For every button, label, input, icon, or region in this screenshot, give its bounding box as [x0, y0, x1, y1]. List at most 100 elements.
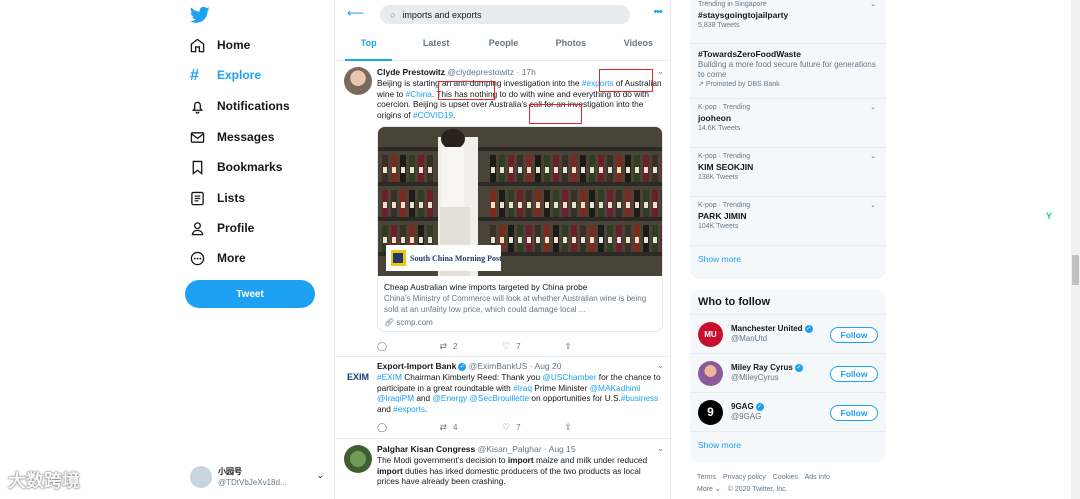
like-button[interactable]: ♡ 7: [502, 421, 565, 433]
wine-label: [563, 237, 567, 243]
heart-icon: ♡: [502, 340, 511, 351]
chevron-down-icon[interactable]: ⌄: [657, 361, 664, 370]
link-card[interactable]: South China Morning Post Cheap Australia…: [377, 126, 663, 332]
wine-label: [545, 202, 549, 208]
search-box[interactable]: ○: [380, 5, 630, 24]
nav-bookmarks[interactable]: Bookmarks: [190, 155, 282, 179]
follow-suggestion[interactable]: Miley Ray Cyrus ✓ @MileyCyrus Follow: [690, 353, 886, 392]
retweet-button[interactable]: ⇄ 4: [440, 421, 503, 433]
scrollbar-thumb[interactable]: [1072, 255, 1079, 285]
footer-ads-link[interactable]: Ads info: [805, 474, 830, 481]
wine-label: [608, 237, 612, 243]
nav-explore[interactable]: # Explore: [190, 63, 261, 87]
page-scrollbar[interactable]: [1071, 0, 1080, 499]
reply-button[interactable]: ◯: [377, 340, 440, 352]
trends-show-more-link[interactable]: Show more: [690, 246, 886, 272]
nav-notifications-label: Notifications: [217, 99, 290, 113]
wine-label: [662, 202, 663, 208]
avatar[interactable]: [698, 360, 723, 386]
tweet-time[interactable]: · Aug 20: [530, 361, 562, 371]
trend-item[interactable]: Trending in Singapore #staysgoingtojailp…: [690, 0, 886, 44]
account-switcher[interactable]: 小园号 @TDtVbJeXv18d... ⌄: [190, 462, 330, 492]
nav-lists-label: Lists: [217, 191, 246, 205]
wine-label: [617, 202, 621, 208]
tweet-time[interactable]: · 17h: [517, 67, 536, 77]
follow-suggestion[interactable]: 9 9GAG ✓ @9GAG Follow: [690, 392, 886, 431]
trend-item[interactable]: K-pop · Trending jooheon 14.6K Tweets ⌄: [690, 99, 886, 148]
tweet-link[interactable]: #exports: [393, 404, 425, 414]
more-options-icon[interactable]: •••: [653, 6, 663, 18]
search-input[interactable]: [402, 9, 603, 20]
chevron-down-icon[interactable]: ⌄: [870, 0, 876, 8]
share-icon: ⇪: [564, 421, 573, 432]
nav-notifications[interactable]: Notifications: [190, 94, 290, 118]
follow-suggestion[interactable]: MU Manchester United ✓ @ManUtd Follow: [690, 314, 886, 353]
back-arrow-icon[interactable]: ⟵: [347, 6, 364, 20]
share-button[interactable]: ⇪: [565, 340, 628, 352]
nav-home[interactable]: Home: [190, 33, 250, 57]
follow-button[interactable]: Follow: [830, 405, 878, 421]
tweet-link[interactable]: @Energy @SecBrouillette: [432, 393, 529, 403]
tab-videos[interactable]: Videos: [605, 33, 670, 60]
avatar[interactable]: EXIM: [344, 363, 372, 391]
trend-item[interactable]: K-pop · Trending KIM SEOKJIN 138K Tweets…: [690, 148, 886, 197]
tweet-author-name[interactable]: Clyde Prestowitz: [377, 67, 445, 77]
trend-item-promoted[interactable]: #TowardsZeroFoodWaste Building a more fo…: [690, 44, 886, 99]
tab-latest[interactable]: Latest: [402, 33, 469, 60]
twitter-bird-icon[interactable]: [190, 6, 210, 24]
nav-explore-label: Explore: [217, 68, 262, 82]
footer-more-link[interactable]: More ⌄: [697, 486, 721, 493]
reply-button[interactable]: ◯: [377, 421, 440, 433]
nav-profile[interactable]: Profile: [190, 216, 254, 240]
tweet-link[interactable]: #COVID19: [413, 110, 453, 120]
tweet-link[interactable]: @USChamber: [542, 372, 596, 382]
avatar[interactable]: [344, 67, 372, 95]
tweet[interactable]: EXIM Export-Import Bank ✓ @EximBankUS · A…: [335, 357, 670, 439]
avatar[interactable]: MU: [698, 321, 723, 347]
follow-button[interactable]: Follow: [830, 366, 878, 382]
tab-people[interactable]: People: [470, 33, 537, 60]
trend-item[interactable]: K-pop · Trending PARK JIMIN 104K Tweets …: [690, 197, 886, 246]
extension-icon[interactable]: Y: [1046, 211, 1052, 221]
chevron-down-icon[interactable]: ⌄: [870, 103, 876, 111]
trend-title: PARK JIMIN: [698, 211, 747, 221]
chevron-down-icon[interactable]: ⌄: [870, 201, 876, 209]
hashtag-icon: #: [190, 66, 199, 84]
bell-icon: [191, 101, 204, 114]
tweet[interactable]: Palghar Kisan Congress @Kisan_Palghar · …: [335, 439, 670, 499]
footer-cookies-link[interactable]: Cookies: [773, 474, 798, 481]
footer-terms-link[interactable]: Terms: [697, 474, 716, 481]
nav-bookmarks-label: Bookmarks: [217, 160, 283, 174]
footer-privacy-link[interactable]: Privacy policy: [723, 474, 766, 481]
retweet-button[interactable]: ⇄ 2: [440, 340, 503, 352]
tab-top[interactable]: Top: [335, 33, 402, 61]
follow-show-more-link[interactable]: Show more: [690, 431, 886, 458]
wine-label: [500, 237, 504, 243]
follow-button[interactable]: Follow: [830, 327, 878, 343]
chevron-down-icon[interactable]: ⌄: [657, 67, 664, 76]
tweet-time[interactable]: · Aug 15: [544, 444, 576, 454]
tweet-link[interactable]: #Iraq: [513, 383, 532, 393]
tweet-button[interactable]: Tweet: [185, 280, 315, 308]
chevron-down-icon[interactable]: ⌄: [870, 152, 876, 160]
like-button[interactable]: ♡ 7: [502, 340, 565, 352]
wine-label: [500, 167, 504, 173]
nav-more[interactable]: More: [190, 246, 246, 270]
nav-lists[interactable]: Lists: [190, 186, 245, 210]
tweet-author-name[interactable]: Palghar Kisan Congress: [377, 444, 475, 454]
chevron-down-icon[interactable]: ⌄: [657, 444, 664, 453]
tweet-link[interactable]: #China: [406, 89, 432, 99]
wine-label: [581, 167, 585, 173]
nav-messages[interactable]: Messages: [190, 125, 274, 149]
avatar[interactable]: 9: [698, 399, 723, 425]
tweet[interactable]: Clyde Prestowitz @clydeprestowitz · 17h …: [335, 61, 670, 357]
tweet-header: Export-Import Bank ✓ @EximBankUS · Aug 20: [377, 361, 665, 372]
tab-photos[interactable]: Photos: [537, 33, 604, 60]
tweet-link[interactable]: #business: [621, 393, 658, 403]
tweet-link[interactable]: #EXIM: [377, 372, 402, 382]
avatar[interactable]: [344, 445, 372, 473]
avatar-mark: 9: [707, 405, 714, 419]
tweet-text-segment: Prime Minister: [531, 382, 590, 393]
share-button[interactable]: ⇪: [565, 421, 628, 433]
tweet-author-name[interactable]: Export-Import Bank: [377, 361, 456, 371]
